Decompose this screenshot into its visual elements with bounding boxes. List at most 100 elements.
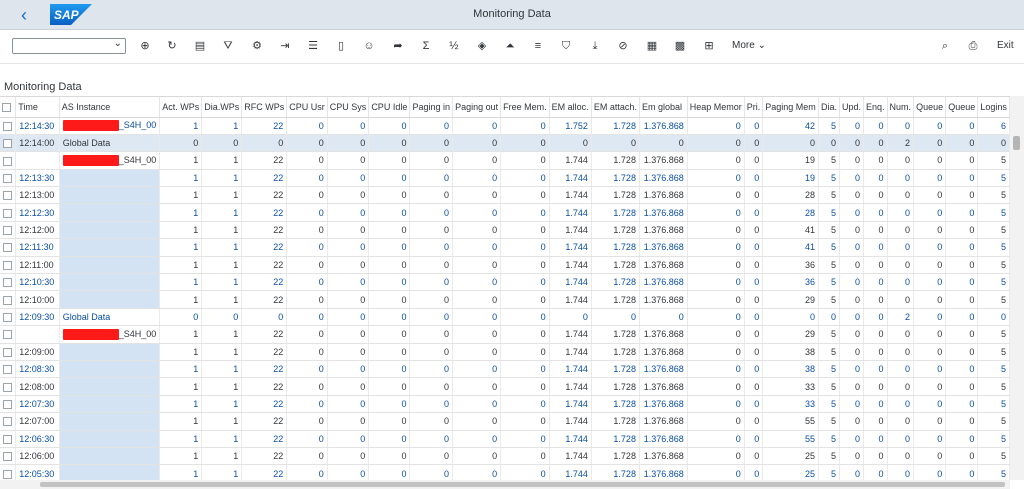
- column-header[interactable]: Act. WPs: [159, 97, 203, 118]
- table-row[interactable]: 12:13:30 1 1 22 0 0 0 0 0 0 1.744 1.728 1.376.868 0 0 1…: [0, 169, 1010, 188]
- collapse-icon[interactable]: ⏶: [503, 39, 517, 53]
- row-checkbox[interactable]: [0, 134, 17, 153]
- table-row[interactable]: 12:11:30 1 1 22 0 0 0 0 0 0 1.744 1.728 1.376.868 0 0 4…: [0, 238, 1010, 257]
- download-icon[interactable]: ⤓: [588, 39, 602, 53]
- table-row[interactable]: 12:07:30 1 1 22 0 0 0 0 0 0 1.744 1.728 1.376.868 0 0 3…: [0, 395, 1010, 414]
- row-checkbox[interactable]: [0, 273, 17, 292]
- row-checkbox[interactable]: [0, 377, 17, 396]
- select-all-checkbox[interactable]: [0, 97, 17, 118]
- column-header[interactable]: Num.: [887, 97, 915, 118]
- column-header[interactable]: Pri.: [744, 97, 764, 118]
- table-row[interactable]: _S4H_00 1 1 22 0 0 0 0 0 0 1.744 1.728 1.376.868 0 0 19…: [0, 151, 1010, 170]
- column-header[interactable]: AS Instance: [58, 97, 161, 118]
- table-layout-icon[interactable]: ⊞: [702, 39, 716, 53]
- list-icon[interactable]: ☰: [306, 39, 320, 53]
- value-cell: 1.376.868: [639, 447, 688, 466]
- table-row[interactable]: 12:08:30 1 1 22 0 0 0 0 0 0 1.744 1.728 1.376.868 0 0 3…: [0, 360, 1010, 379]
- table-row[interactable]: 12:08:00 1 1 22 0 0 0 0 0 0 1.744 1.728 1.376.868 0 0 3…: [0, 377, 1010, 396]
- column-header[interactable]: Dia.: [818, 97, 841, 118]
- table-row[interactable]: 12:09:30 Global Data 0 0 0 0 0 0 0 0 0 0 0 0 0 0 0 0 0 0 2 0 0…: [0, 308, 1010, 327]
- row-checkbox[interactable]: [0, 430, 17, 448]
- more-button[interactable]: More ⌄: [732, 40, 766, 51]
- row-checkbox[interactable]: [0, 412, 17, 431]
- column-header[interactable]: RFC WPs: [241, 97, 288, 118]
- export-icon[interactable]: ⇥: [278, 39, 292, 53]
- table-row[interactable]: 12:11:00 1 1 22 0 0 0 0 0 0 1.744 1.728 1.376.868 0 0 3…: [0, 256, 1010, 275]
- column-header[interactable]: CPU Usr: [286, 97, 328, 118]
- print-icon[interactable]: ⎙: [966, 39, 980, 53]
- table-row[interactable]: 12:05:30 1 1 22 0 0 0 0 0 0 1.744 1.728 1.376.868 0 0 2…: [0, 464, 1010, 480]
- table-row[interactable]: 12:06:30 1 1 22 0 0 0 0 0 0 1.744 1.728 1.376.868 0 0 5…: [0, 430, 1010, 448]
- column-header[interactable]: Time: [15, 97, 60, 118]
- column-header[interactable]: Paging out: [452, 97, 502, 118]
- sum-icon[interactable]: Σ: [419, 39, 433, 53]
- row-checkbox[interactable]: [0, 343, 17, 361]
- settings-icon[interactable]: ⚙: [250, 39, 264, 53]
- exit-button[interactable]: Exit: [997, 40, 1014, 51]
- user-icon[interactable]: ☺: [362, 39, 376, 53]
- column-header[interactable]: CPU Idle: [368, 97, 411, 118]
- row-checkbox[interactable]: [0, 464, 17, 480]
- row-checkbox[interactable]: [0, 360, 17, 379]
- table-row[interactable]: 12:14:30 _S4H_00 1 1 22 0 0 0 0 0 0 1.752 1.728 1.376…: [0, 117, 1010, 135]
- table-row[interactable]: 12:12:30 1 1 22 0 0 0 0 0 0 1.744 1.728 1.376.868 0 0 2…: [0, 203, 1010, 222]
- table-row[interactable]: 12:14:00 Global Data 0 0 0 0 0 0 0 0 0 0 0 0 0 0 0 0 0 0 2 0 0…: [0, 134, 1010, 153]
- layout-select[interactable]: ⌄: [12, 38, 126, 54]
- table-row[interactable]: 12:06:00 1 1 22 0 0 0 0 0 0 1.744 1.728 1.376.868 0 0 2…: [0, 447, 1010, 466]
- row-checkbox[interactable]: [0, 151, 17, 170]
- row-checkbox[interactable]: [0, 325, 17, 344]
- row-checkbox[interactable]: [0, 169, 17, 188]
- table-row[interactable]: 12:09:00 1 1 22 0 0 0 0 0 0 1.744 1.728 1.376.868 0 0 3…: [0, 343, 1010, 361]
- details-icon[interactable]: ▤: [193, 39, 207, 53]
- send-icon[interactable]: ➦: [391, 39, 405, 53]
- column-header[interactable]: Queue: [913, 97, 947, 118]
- row-checkbox[interactable]: [0, 238, 17, 257]
- table-row[interactable]: 12:10:30 1 1 22 0 0 0 0 0 0 1.744 1.728 1.376.868 0 0 3…: [0, 273, 1010, 292]
- column-header[interactable]: Em global: [639, 97, 688, 118]
- column-header[interactable]: EM attach.: [591, 97, 640, 118]
- column-header[interactable]: Dia.WPs: [201, 97, 243, 118]
- column-header[interactable]: Logins: [977, 97, 1010, 118]
- table-row[interactable]: _S4H_00 1 1 22 0 0 0 0 0 0 1.744 1.728 1.376.868 0 0 29…: [0, 325, 1010, 344]
- subtotal-icon[interactable]: ½: [447, 39, 461, 53]
- table-row[interactable]: 12:07:00 1 1 22 0 0 0 0 0 0 1.744 1.728 1.376.868 0 0 5…: [0, 412, 1010, 431]
- column-header[interactable]: Paging Mem: [762, 97, 819, 118]
- value-cell: 0: [945, 447, 979, 466]
- delete-filter-icon[interactable]: ⊘: [616, 39, 630, 53]
- column-header[interactable]: EM alloc.: [549, 97, 592, 118]
- table-row[interactable]: 12:12:00 1 1 22 0 0 0 0 0 0 1.744 1.728 1.376.868 0 0 4…: [0, 221, 1010, 240]
- row-checkbox[interactable]: [0, 308, 17, 327]
- refresh-icon[interactable]: ↻: [165, 39, 179, 53]
- row-checkbox[interactable]: [0, 256, 17, 275]
- column-header[interactable]: Queue: [945, 97, 979, 118]
- row-checkbox[interactable]: [0, 447, 17, 466]
- table-row[interactable]: 12:10:00 1 1 22 0 0 0 0 0 0 1.744 1.728 1.376.868 0 0 2…: [0, 290, 1010, 309]
- column-header[interactable]: Enq.: [863, 97, 888, 118]
- row-checkbox[interactable]: [0, 290, 17, 309]
- horizontal-scrollbar[interactable]: [0, 480, 1010, 489]
- row-checkbox[interactable]: [0, 221, 17, 240]
- row-checkbox[interactable]: [0, 203, 17, 222]
- column-header[interactable]: Free Mem.: [500, 97, 550, 118]
- row-checkbox[interactable]: [0, 117, 17, 135]
- table-icon[interactable]: ▦: [645, 39, 659, 53]
- time-cell: [15, 151, 60, 170]
- table-settings-icon[interactable]: ▩: [673, 39, 687, 53]
- mobile-icon[interactable]: ▯: [334, 39, 348, 53]
- table-row[interactable]: 12:13:00 1 1 22 0 0 0 0 0 0 1.744 1.728 1.376.868 0 0 2…: [0, 186, 1010, 205]
- zoom-icon[interactable]: ⊕: [138, 39, 152, 53]
- chart-icon[interactable]: ◈: [475, 39, 489, 53]
- column-header[interactable]: Heap Memor: [687, 97, 745, 118]
- vertical-scrollbar[interactable]: [1010, 96, 1024, 480]
- search-icon[interactable]: ⌕: [938, 39, 952, 53]
- expand-icon[interactable]: ≡: [531, 39, 545, 53]
- back-button[interactable]: ‹: [14, 5, 34, 25]
- row-checkbox[interactable]: [0, 395, 17, 414]
- column-header[interactable]: CPU Sys: [327, 97, 370, 118]
- filter-settings-icon[interactable]: ⛛: [221, 39, 235, 53]
- column-header[interactable]: Paging in: [409, 97, 454, 118]
- filter-icon[interactable]: ⛉: [559, 39, 573, 53]
- value-cell: 1: [159, 290, 203, 309]
- column-header[interactable]: Upd.: [839, 97, 865, 118]
- row-checkbox[interactable]: [0, 186, 17, 205]
